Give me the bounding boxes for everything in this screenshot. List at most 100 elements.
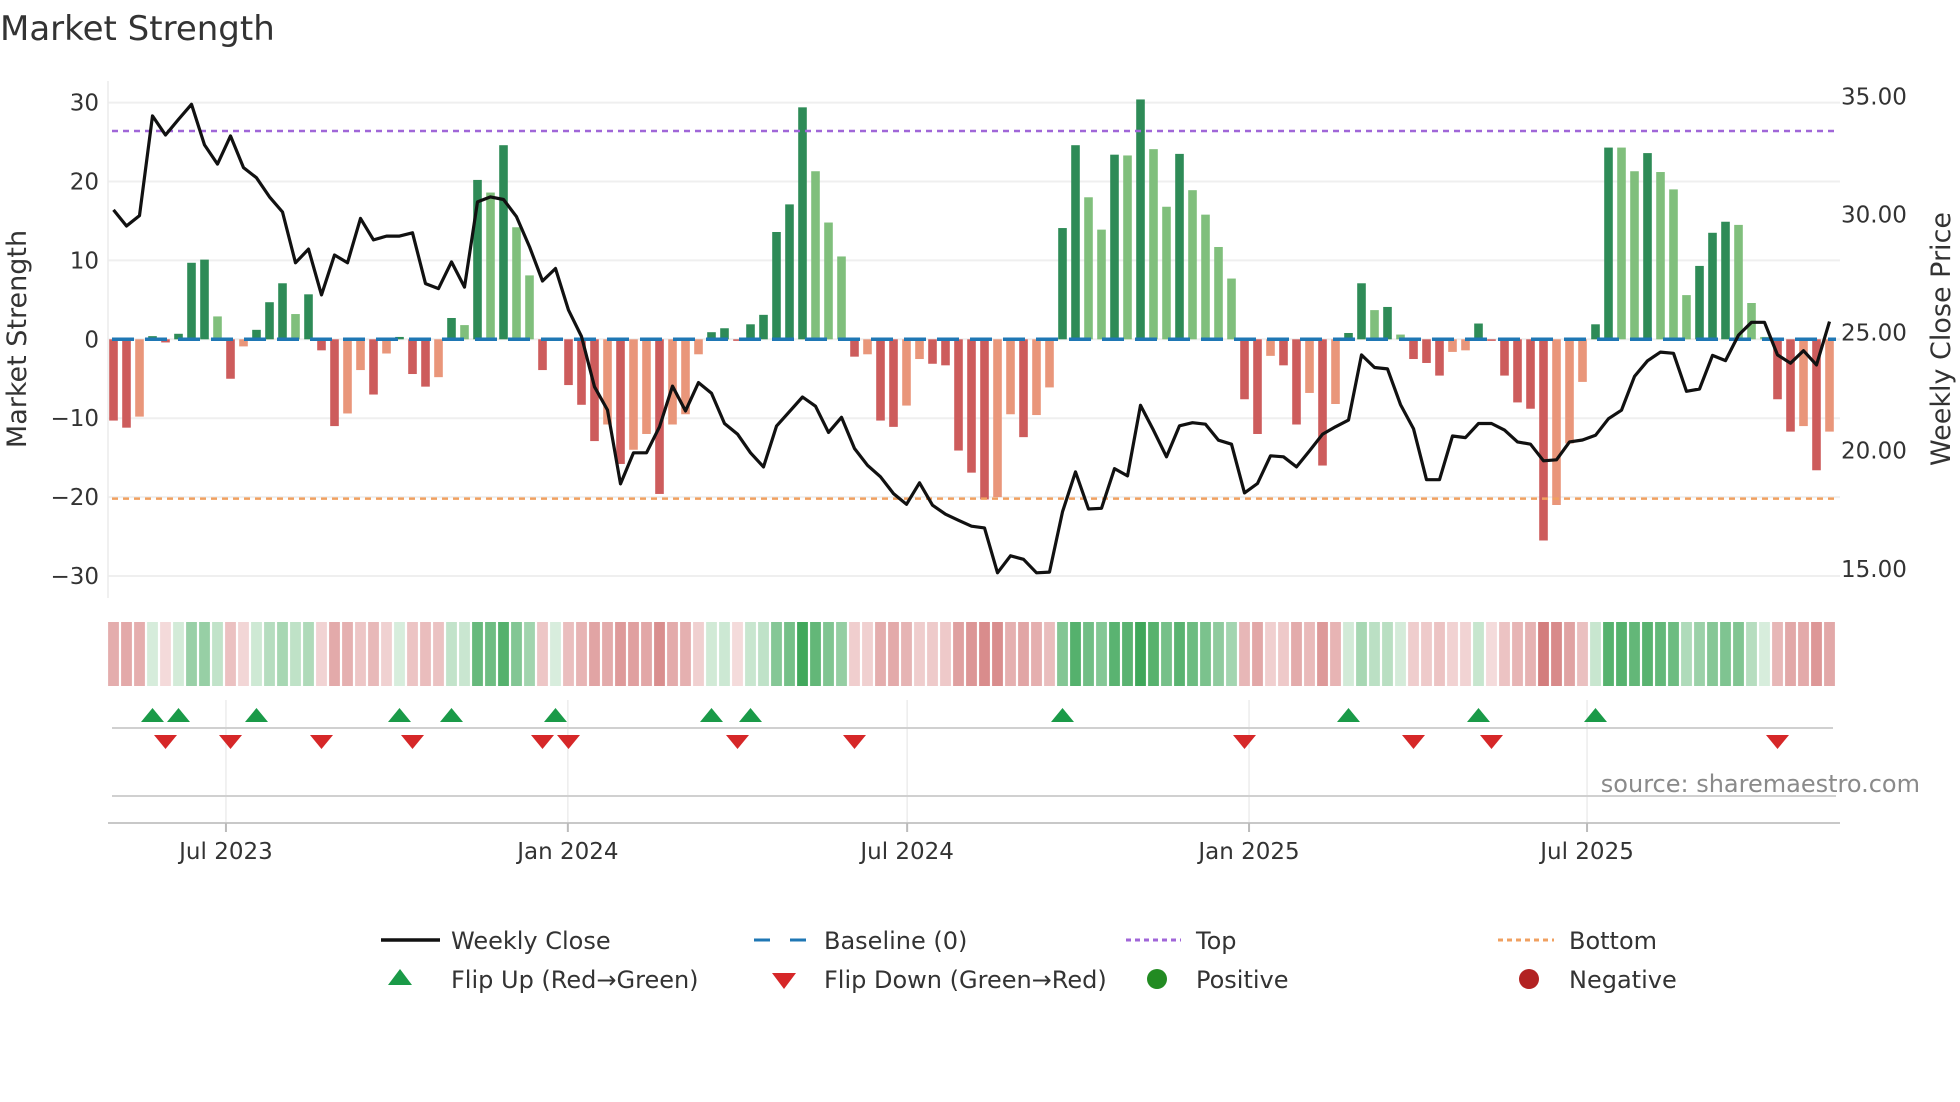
flip-up-marker	[700, 708, 723, 722]
heat-cell	[121, 622, 132, 686]
flip-down-marker	[726, 735, 749, 749]
strength-bar	[889, 339, 898, 427]
heat-cell	[537, 622, 548, 686]
strength-bar	[1331, 339, 1340, 404]
heat-cell	[1356, 622, 1367, 686]
left-axis-label: Market Strength	[2, 230, 33, 448]
heat-cell	[1395, 622, 1406, 686]
heat-cell	[1148, 622, 1159, 686]
heat-cell	[1226, 622, 1237, 686]
flip-up-triangle-icon	[388, 969, 412, 985]
heat-cell	[1473, 622, 1484, 686]
heat-cell	[225, 622, 236, 686]
strength-bar	[902, 339, 911, 406]
heat-cell	[212, 622, 223, 686]
heat-cell	[615, 622, 626, 686]
legend-item-baseline: Baseline (0)	[754, 927, 967, 955]
strength-bar	[460, 325, 469, 340]
x-axis-ticks: Jul 2023 Jan 2024 Jul 2024 Jan 2025 Jul 2025	[177, 823, 1634, 865]
legend-item-flip-up: Flip Up (Red→Green)	[388, 966, 699, 994]
heat-cell	[1681, 622, 1692, 686]
strength-bar	[1565, 339, 1574, 444]
strength-bar	[837, 256, 846, 340]
heat-cell	[1382, 622, 1393, 686]
strength-bar	[1045, 339, 1054, 388]
strength-bar	[1513, 339, 1522, 403]
flip-up-marker	[1467, 708, 1490, 722]
heat-cell	[485, 622, 496, 686]
heat-cell	[1785, 622, 1796, 686]
strength-bar	[187, 262, 196, 340]
strength-bar	[1448, 339, 1457, 352]
heat-cell	[758, 622, 769, 686]
left-axis-ticks: 30 20 10 0 −10 −20 −30	[50, 91, 99, 590]
strength-bar	[1786, 339, 1795, 432]
strength-bar	[772, 231, 781, 340]
heat-cell	[134, 622, 145, 686]
flip-up-marker	[739, 708, 762, 722]
heat-cell	[1486, 622, 1497, 686]
strength-bar	[1071, 145, 1080, 340]
strength-bar	[1318, 339, 1327, 466]
legend-label: Flip Up (Red→Green)	[451, 966, 699, 994]
flip-down-marker	[557, 735, 580, 749]
strength-bar	[1539, 339, 1548, 541]
heat-cell	[732, 622, 743, 686]
flip-up-marker	[167, 708, 190, 722]
flip-down-marker	[1233, 735, 1256, 749]
heat-cell	[823, 622, 834, 686]
heat-cell	[1733, 622, 1744, 686]
heat-cell	[147, 622, 158, 686]
heat-cell	[1525, 622, 1536, 686]
heat-cell	[108, 622, 119, 686]
strength-bar	[538, 339, 547, 371]
strength-bar	[668, 339, 677, 425]
heat-cell	[940, 622, 951, 686]
right-tick-label: 30.00	[1841, 202, 1907, 228]
heat-cell	[1447, 622, 1458, 686]
strength-bar	[1591, 324, 1600, 340]
heat-cell	[316, 622, 327, 686]
heat-cell	[342, 622, 353, 686]
strength-bar	[1669, 189, 1678, 340]
heat-cell	[745, 622, 756, 686]
heat-cell	[1239, 622, 1250, 686]
flip-down-triangle-icon	[772, 973, 796, 989]
heat-cell	[628, 622, 639, 686]
heat-cell	[1278, 622, 1289, 686]
heat-cell	[277, 622, 288, 686]
heat-cell	[1200, 622, 1211, 686]
strength-bar	[525, 275, 534, 340]
heat-cell	[1577, 622, 1588, 686]
heat-cell	[1616, 622, 1627, 686]
strength-bar	[1149, 149, 1158, 340]
heat-cell	[1564, 622, 1575, 686]
heat-cell	[810, 622, 821, 686]
right-tick-label: 20.00	[1841, 439, 1907, 465]
strength-bar	[109, 339, 118, 421]
heat-cell	[173, 622, 184, 686]
heat-cell	[1369, 622, 1380, 686]
heat-cell	[511, 622, 522, 686]
strength-bar	[564, 339, 573, 386]
flip-down-marker	[310, 735, 333, 749]
legend: Weekly Close Baseline (0) Top Bottom Fli…	[381, 927, 1677, 994]
heat-cell	[706, 622, 717, 686]
strength-bar	[1162, 206, 1171, 340]
strength-bar	[1227, 278, 1236, 340]
flip-down-marker	[531, 735, 554, 749]
left-tick-label: 30	[70, 91, 99, 117]
heat-cell	[355, 622, 366, 686]
strength-bar	[1708, 232, 1717, 340]
strength-bar	[1292, 339, 1301, 425]
strength-bar	[850, 339, 859, 357]
heat-cell	[849, 622, 860, 686]
strength-bar	[499, 145, 508, 340]
strength-bar	[356, 339, 365, 371]
heat-cell	[459, 622, 470, 686]
x-tick-label: Jan 2024	[515, 839, 618, 865]
strength-bar	[1500, 339, 1509, 376]
strength-bar	[1487, 339, 1496, 341]
strength-bar	[1383, 306, 1392, 340]
heat-cell	[1096, 622, 1107, 686]
